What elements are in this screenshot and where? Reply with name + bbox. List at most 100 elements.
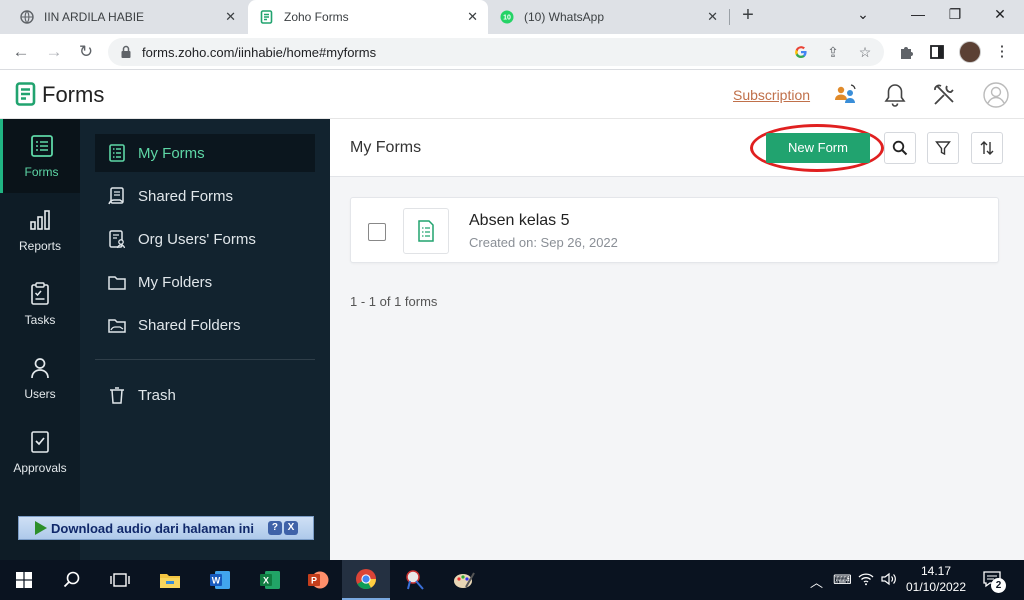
form-name[interactable]: Absen kelas 5	[469, 212, 570, 230]
sort-arrows-icon	[980, 141, 994, 155]
close-button[interactable]: X	[283, 521, 298, 535]
shared-folder-icon	[108, 319, 126, 333]
download-audio-label: Download audio dari halaman ini	[51, 520, 254, 536]
browser-tab-iin[interactable]: IIN ARDILA HABIE ✕	[8, 0, 246, 34]
sidebar-item-shared-forms[interactable]: Shared Forms	[95, 177, 315, 215]
address-bar[interactable]: forms.zoho.com/iinhabie/home#myforms ⇪ ☆	[108, 38, 884, 66]
tab-search-chevron-icon[interactable]: ⌄	[853, 6, 873, 23]
form-card[interactable]: Absen kelas 5 Created on: Sep 26, 2022	[350, 197, 999, 263]
rail-item-reports[interactable]: Reports	[0, 193, 80, 267]
app-header: Forms Subscription	[0, 70, 1024, 119]
windows-taskbar: W X P ︿ ⌨ 14.17 01/10/2022 2	[0, 560, 1024, 600]
keyboard-language-icon[interactable]: ⌨	[833, 572, 852, 588]
form-thumbnail	[403, 208, 449, 254]
whatsapp-icon: 10	[500, 10, 514, 24]
minimize-window-icon[interactable]: —	[908, 6, 928, 22]
help-button[interactable]: ?	[267, 521, 282, 535]
forward-arrow-icon[interactable]: →	[43, 41, 65, 63]
rail-item-approvals[interactable]: Approvals	[0, 415, 80, 489]
volume-speaker-icon[interactable]	[881, 572, 897, 589]
task-view-icon[interactable]	[96, 560, 144, 600]
page-title: My Forms	[350, 139, 422, 156]
snipping-tool-icon[interactable]	[392, 560, 440, 600]
restore-window-icon[interactable]: ❐	[945, 6, 965, 23]
globe-icon	[20, 10, 34, 24]
svg-text:P: P	[311, 576, 317, 586]
search-icon[interactable]	[48, 560, 96, 600]
subscription-link[interactable]: Subscription	[733, 87, 810, 103]
extensions-puzzle-icon[interactable]	[896, 42, 916, 62]
clock-date: 01/10/2022	[905, 580, 967, 594]
sidebar-item-label: My Forms	[138, 144, 205, 162]
browser-tab-strip: IIN ARDILA HABIE ✕ Zoho Forms ✕ 10 (10) …	[0, 0, 1024, 34]
sidebar-item-org-users-forms[interactable]: Org Users' Forms	[95, 220, 315, 258]
rail-item-label: Reports	[18, 239, 62, 253]
clock-time: 14.17	[920, 564, 952, 578]
rail-item-users[interactable]: Users	[0, 341, 80, 415]
rail-item-tasks[interactable]: Tasks	[0, 267, 80, 341]
search-button[interactable]	[884, 132, 916, 164]
svg-text:W: W	[212, 576, 221, 586]
bell-notification-icon[interactable]	[882, 82, 908, 108]
close-tab-icon[interactable]: ✕	[707, 9, 718, 25]
notification-center-icon[interactable]: 2	[982, 570, 1006, 593]
close-window-icon[interactable]: ✕	[990, 6, 1010, 23]
whatsapp-badge: 10	[503, 15, 511, 22]
approval-checklist-icon	[31, 431, 49, 453]
share-icon[interactable]: ⇪	[824, 43, 842, 61]
google-icon[interactable]	[792, 43, 810, 61]
play-icon	[35, 521, 47, 535]
tools-settings-icon[interactable]	[931, 82, 957, 108]
sidebar-item-shared-folders[interactable]: Shared Folders	[95, 306, 315, 344]
sidebar-item-label: Org Users' Forms	[138, 230, 256, 248]
show-hidden-icons-chevron-icon[interactable]: ︿	[810, 572, 823, 591]
filter-button[interactable]	[927, 132, 959, 164]
rail-item-label: Approvals	[13, 461, 67, 475]
zoho-forms-logo-icon[interactable]	[15, 82, 36, 106]
tab-title: Zoho Forms	[284, 10, 349, 24]
taskbar-clock[interactable]: 14.17 01/10/2022	[900, 563, 972, 595]
wifi-icon[interactable]	[858, 572, 874, 589]
excel-icon[interactable]: X	[246, 560, 294, 600]
new-form-button[interactable]: New Form	[766, 133, 870, 163]
new-tab-button[interactable]: +	[738, 5, 758, 26]
browser-menu-kebab-icon[interactable]: ⋮	[992, 42, 1012, 62]
shared-forms-icon	[108, 187, 124, 205]
search-icon	[892, 140, 908, 156]
form-select-checkbox[interactable]	[368, 223, 386, 241]
org-users-forms-icon	[109, 230, 126, 249]
close-tab-icon[interactable]: ✕	[467, 9, 478, 25]
paint-icon[interactable]	[440, 560, 488, 600]
clipboard-tasks-icon	[31, 282, 49, 305]
side-panel-icon[interactable]	[927, 42, 947, 62]
reload-icon[interactable]: ↻	[75, 41, 97, 63]
sidebar-item-label: Shared Forms	[138, 187, 234, 205]
zoho-forms-favicon-icon	[260, 10, 274, 24]
bookmark-star-icon[interactable]: ☆	[856, 43, 874, 61]
sort-button[interactable]	[971, 132, 1003, 164]
browser-tab-zoho-forms[interactable]: Zoho Forms ✕	[248, 0, 488, 34]
powerpoint-icon[interactable]: P	[294, 560, 342, 600]
tab-separator	[729, 9, 730, 25]
rail-item-forms[interactable]: Forms	[0, 119, 80, 193]
browser-profile-avatar[interactable]	[959, 41, 981, 63]
word-icon[interactable]: W	[196, 560, 244, 600]
user-icon	[31, 358, 49, 379]
notification-count-badge: 2	[991, 578, 1006, 593]
sidebar-item-my-folders[interactable]: My Folders	[95, 263, 315, 301]
download-audio-bar[interactable]: Download audio dari halaman ini ? X	[18, 516, 314, 540]
chrome-icon[interactable]	[342, 560, 390, 600]
windows-start-icon[interactable]	[0, 560, 48, 600]
user-switch-icon[interactable]	[832, 82, 858, 108]
close-tab-icon[interactable]: ✕	[225, 9, 236, 25]
back-arrow-icon[interactable]: ←	[10, 41, 32, 63]
form-document-icon	[418, 220, 434, 242]
sidebar-item-my-forms[interactable]: My Forms	[95, 134, 315, 172]
browser-tab-whatsapp[interactable]: 10 (10) WhatsApp ✕	[488, 0, 728, 34]
user-avatar-icon[interactable]	[983, 82, 1009, 108]
main-content: My Forms New Form Absen kelas 5 Created …	[330, 119, 1024, 560]
sidebar-item-trash[interactable]: Trash	[95, 376, 315, 414]
trash-icon	[110, 387, 124, 404]
file-explorer-icon[interactable]	[146, 560, 194, 600]
url-text: forms.zoho.com/iinhabie/home#myforms	[142, 45, 377, 60]
